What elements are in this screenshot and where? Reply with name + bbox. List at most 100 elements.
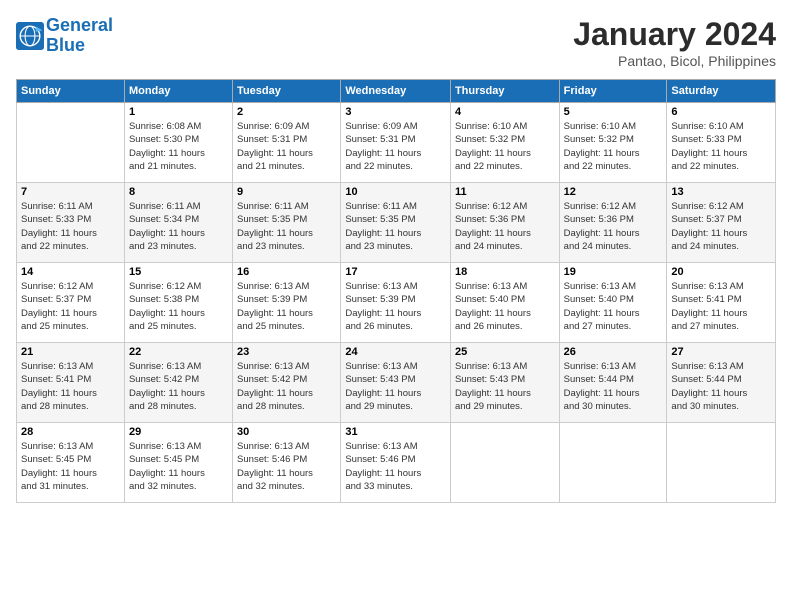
calendar-day-12: 12Sunrise: 6:12 AMSunset: 5:36 PMDayligh… [559, 183, 667, 263]
day-number: 23 [237, 346, 336, 358]
day-number: 28 [21, 426, 120, 438]
day-number: 24 [345, 346, 446, 358]
calendar-day-29: 29 Sunrise: 6:13 AMSunset: 5:45 PMDayligh… [124, 423, 232, 503]
calendar-day-empty [17, 103, 125, 183]
calendar-day-15: 15Sunrise: 6:12 AMSunset: 5:38 PMDayligh… [124, 263, 232, 343]
calendar-header-row: SundayMondayTuesdayWednesdayThursdayFrid… [17, 80, 776, 103]
day-info: Sunrise: 6:10 AMSunset: 5:33 PMDaylight:… [671, 120, 771, 173]
calendar-day-11: 11 Sunrise: 6:12 AMSunset: 5:36 PMDayligh… [450, 183, 559, 263]
day-info: Sunrise: 6:11 AMSunset: 5:34 PMDaylight:… [129, 200, 228, 253]
day-number: 19 [564, 266, 663, 278]
day-header-friday: Friday [559, 80, 667, 103]
day-info: Sunrise: 6:09 AMSunset: 5:31 PMDaylight:… [237, 120, 336, 173]
title-section: January 2024 Pantao, Bicol, Philippines [573, 16, 776, 69]
day-number: 22 [129, 346, 228, 358]
day-info: Sunrise: 6:13 AMSunset: 5:39 PMDaylight:… [345, 280, 446, 333]
day-info: Sunrise: 6:13 AMSunset: 5:45 PMDaylight:… [21, 440, 120, 493]
calendar-day-5: 5Sunrise: 6:10 AMSunset: 5:32 PMDaylight… [559, 103, 667, 183]
calendar-day-22: 22 Sunrise: 6:13 AMSunset: 5:42 PMDayligh… [124, 343, 232, 423]
day-info: Sunrise: 6:13 AMSunset: 5:43 PMDaylight:… [345, 360, 446, 413]
day-number: 5 [564, 106, 663, 118]
calendar-day-26: 26 Sunrise: 6:13 AMSunset: 5:44 PMDayligh… [559, 343, 667, 423]
day-header-sunday: Sunday [17, 80, 125, 103]
day-number: 8 [129, 186, 228, 198]
logo-icon [16, 22, 44, 50]
day-number: 17 [345, 266, 446, 278]
calendar-day-21: 21Sunrise: 6:13 AMSunset: 5:41 PMDayligh… [17, 343, 125, 423]
calendar-day-27: 27Sunrise: 6:13 AMSunset: 5:44 PMDayligh… [667, 343, 776, 423]
day-number: 18 [455, 266, 555, 278]
calendar-day-16: 16Sunrise: 6:13 AMSunset: 5:39 PMDayligh… [233, 263, 341, 343]
day-info: Sunrise: 6:13 AMSunset: 5:42 PMDaylight:… [129, 360, 228, 413]
calendar-day-20: 20 Sunrise: 6:13 AMSunset: 5:41 PMDayligh… [667, 263, 776, 343]
calendar-week-row: 28 Sunrise: 6:13 AMSunset: 5:45 PMDayligh… [17, 423, 776, 503]
day-number: 1 [129, 106, 228, 118]
day-info: Sunrise: 6:13 AMSunset: 5:46 PMDaylight:… [345, 440, 446, 493]
day-info: Sunrise: 6:13 AMSunset: 5:40 PMDaylight:… [564, 280, 663, 333]
calendar-day-18: 18 Sunrise: 6:13 AMSunset: 5:40 PMDayligh… [450, 263, 559, 343]
day-number: 31 [345, 426, 446, 438]
day-number: 12 [564, 186, 663, 198]
calendar-day-7: 7 Sunrise: 6:11 AMSunset: 5:33 PMDaylight… [17, 183, 125, 263]
calendar-day-13: 13Sunrise: 6:12 AMSunset: 5:37 PMDayligh… [667, 183, 776, 263]
day-info: Sunrise: 6:08 AMSunset: 5:30 PMDaylight:… [129, 120, 228, 173]
calendar-week-row: 7 Sunrise: 6:11 AMSunset: 5:33 PMDaylight… [17, 183, 776, 263]
day-number: 26 [564, 346, 663, 358]
page-container: General Blue January 2024 Pantao, Bicol,… [0, 0, 792, 511]
day-info: Sunrise: 6:11 AMSunset: 5:33 PMDaylight:… [21, 200, 120, 253]
calendar-week-row: 21Sunrise: 6:13 AMSunset: 5:41 PMDayligh… [17, 343, 776, 423]
day-number: 14 [21, 266, 120, 278]
calendar-week-row: 1 Sunrise: 6:08 AMSunset: 5:30 PMDaylight… [17, 103, 776, 183]
logo-line1: General [46, 15, 113, 35]
day-header-monday: Monday [124, 80, 232, 103]
day-info: Sunrise: 6:13 AMSunset: 5:46 PMDaylight:… [237, 440, 336, 493]
day-number: 27 [671, 346, 771, 358]
calendar-day-1: 1 Sunrise: 6:08 AMSunset: 5:30 PMDaylight… [124, 103, 232, 183]
calendar-day-23: 23Sunrise: 6:13 AMSunset: 5:42 PMDayligh… [233, 343, 341, 423]
calendar-day-9: 9 Sunrise: 6:11 AMSunset: 5:35 PMDaylight… [233, 183, 341, 263]
day-header-tuesday: Tuesday [233, 80, 341, 103]
day-info: Sunrise: 6:13 AMSunset: 5:40 PMDaylight:… [455, 280, 555, 333]
header: General Blue January 2024 Pantao, Bicol,… [16, 16, 776, 69]
calendar-day-28: 28 Sunrise: 6:13 AMSunset: 5:45 PMDayligh… [17, 423, 125, 503]
day-header-saturday: Saturday [667, 80, 776, 103]
day-info: Sunrise: 6:11 AMSunset: 5:35 PMDaylight:… [237, 200, 336, 253]
calendar-day-4: 4 Sunrise: 6:10 AMSunset: 5:32 PMDaylight… [450, 103, 559, 183]
day-info: Sunrise: 6:13 AMSunset: 5:41 PMDaylight:… [671, 280, 771, 333]
day-number: 4 [455, 106, 555, 118]
calendar-day-17: 17 Sunrise: 6:13 AMSunset: 5:39 PMDayligh… [341, 263, 451, 343]
day-info: Sunrise: 6:09 AMSunset: 5:31 PMDaylight:… [345, 120, 446, 173]
calendar-day-14: 14 Sunrise: 6:12 AMSunset: 5:37 PMDayligh… [17, 263, 125, 343]
day-info: Sunrise: 6:13 AMSunset: 5:45 PMDaylight:… [129, 440, 228, 493]
day-info: Sunrise: 6:12 AMSunset: 5:37 PMDaylight:… [21, 280, 120, 333]
day-number: 29 [129, 426, 228, 438]
calendar-table: SundayMondayTuesdayWednesdayThursdayFrid… [16, 79, 776, 503]
day-info: Sunrise: 6:10 AMSunset: 5:32 PMDaylight:… [455, 120, 555, 173]
day-number: 3 [345, 106, 446, 118]
subtitle: Pantao, Bicol, Philippines [573, 53, 776, 69]
calendar-day-2: 2 Sunrise: 6:09 AMSunset: 5:31 PMDaylight… [233, 103, 341, 183]
day-number: 2 [237, 106, 336, 118]
day-info: Sunrise: 6:12 AMSunset: 5:36 PMDaylight:… [455, 200, 555, 253]
calendar-day-31: 31 Sunrise: 6:13 AMSunset: 5:46 PMDayligh… [341, 423, 451, 503]
day-number: 11 [455, 186, 555, 198]
calendar-day-empty [559, 423, 667, 503]
calendar-day-empty [667, 423, 776, 503]
day-header-wednesday: Wednesday [341, 80, 451, 103]
day-number: 20 [671, 266, 771, 278]
calendar-week-row: 14 Sunrise: 6:12 AMSunset: 5:37 PMDayligh… [17, 263, 776, 343]
day-info: Sunrise: 6:13 AMSunset: 5:44 PMDaylight:… [564, 360, 663, 413]
logo-line2: Blue [46, 36, 113, 56]
day-number: 9 [237, 186, 336, 198]
calendar-day-3: 3 Sunrise: 6:09 AMSunset: 5:31 PMDaylight… [341, 103, 451, 183]
calendar-day-25: 25Sunrise: 6:13 AMSunset: 5:43 PMDayligh… [450, 343, 559, 423]
day-number: 30 [237, 426, 336, 438]
day-info: Sunrise: 6:13 AMSunset: 5:41 PMDaylight:… [21, 360, 120, 413]
day-info: Sunrise: 6:13 AMSunset: 5:43 PMDaylight:… [455, 360, 555, 413]
calendar-day-6: 6 Sunrise: 6:10 AMSunset: 5:33 PMDaylight… [667, 103, 776, 183]
day-number: 7 [21, 186, 120, 198]
month-title: January 2024 [573, 16, 776, 53]
day-number: 6 [671, 106, 771, 118]
calendar-day-8: 8 Sunrise: 6:11 AMSunset: 5:34 PMDaylight… [124, 183, 232, 263]
day-number: 16 [237, 266, 336, 278]
